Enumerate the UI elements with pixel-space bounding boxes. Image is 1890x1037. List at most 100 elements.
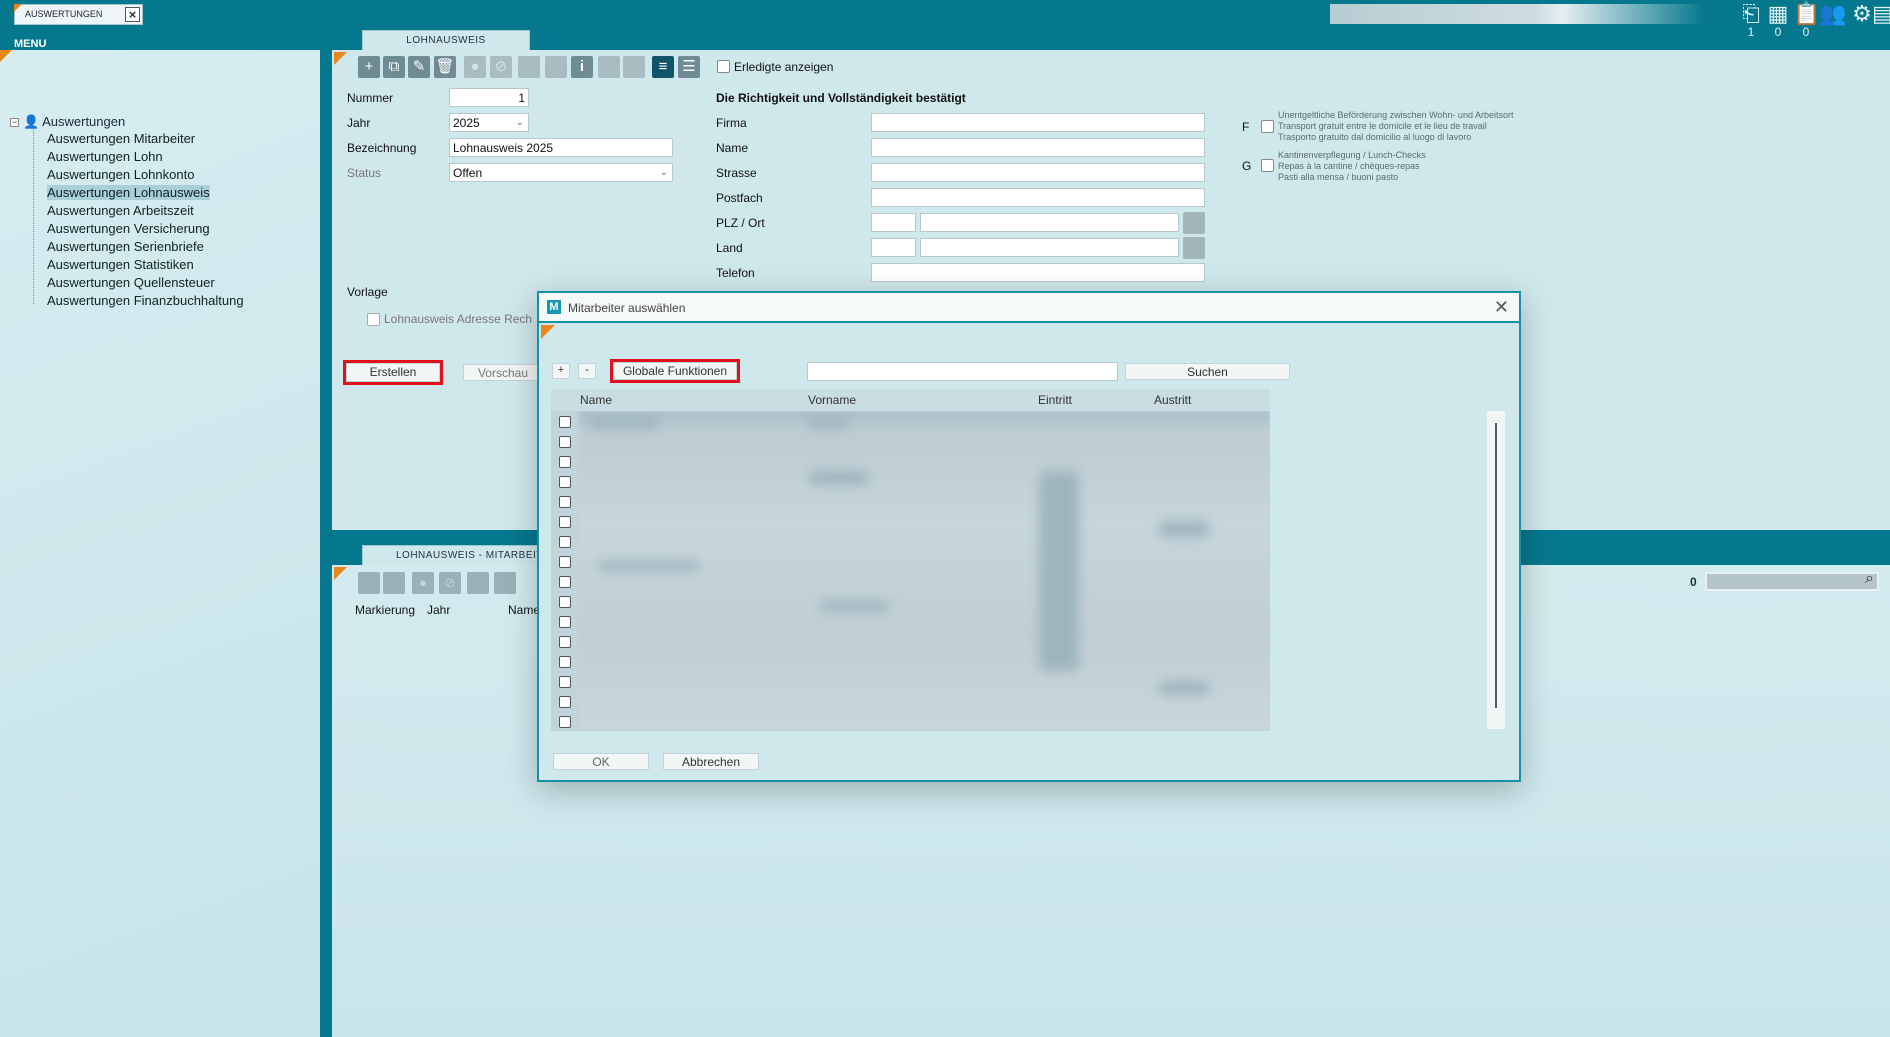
dialog-search-input[interactable]	[807, 362, 1118, 381]
tree-item-finanzbuchhaltung[interactable]: Auswertungen Finanzbuchhaltung	[47, 293, 244, 308]
cancel-button[interactable]: Abbrechen	[663, 753, 759, 770]
row-checkbox[interactable]	[559, 556, 571, 568]
g-checkbox[interactable]	[1261, 159, 1274, 172]
delete-icon[interactable]: 🗑	[434, 56, 456, 78]
row-checkbox[interactable]	[559, 696, 571, 708]
search-icon[interactable]: ⌕	[1865, 570, 1874, 588]
row-checkbox[interactable]	[559, 476, 571, 488]
col-austritt[interactable]: Austritt	[1154, 393, 1191, 407]
scrollbar-thumb[interactable]	[1495, 423, 1497, 708]
row-checkbox[interactable]	[559, 576, 571, 588]
col-markierung[interactable]: Markierung	[355, 603, 415, 617]
collapse-button[interactable]: -	[578, 363, 596, 379]
add-icon[interactable]: +	[358, 56, 380, 78]
row-checkbox[interactable]	[559, 496, 571, 508]
clipboard-icon[interactable]: 📋	[1793, 1, 1820, 27]
col-jahr[interactable]: Jahr	[427, 603, 450, 617]
cancel-icon[interactable]: ⊘	[490, 56, 512, 78]
disabled-action-icon[interactable]	[494, 572, 516, 594]
tree-item-mitarbeiter[interactable]: Auswertungen Mitarbeiter	[47, 131, 195, 146]
nummer-field[interactable]: 1	[449, 88, 529, 107]
row-checkbox[interactable]	[559, 536, 571, 548]
tree-root[interactable]: − 👤 Auswertungen	[10, 114, 125, 130]
tree-item-quellensteuer[interactable]: Auswertungen Quellensteuer	[47, 275, 215, 290]
row-checkbox[interactable]	[559, 656, 571, 668]
detail-view-icon[interactable]: ≡	[652, 56, 674, 78]
calendar-icon[interactable]: ▦	[1765, 1, 1791, 27]
copy-icon[interactable]: ⧉	[383, 56, 405, 78]
global-functions-button[interactable]: Globale Funktionen	[610, 359, 740, 383]
ok-button[interactable]: OK	[553, 753, 649, 770]
disabled-action-icon[interactable]	[383, 572, 405, 594]
name-field[interactable]	[871, 138, 1205, 157]
disabled-action-icon[interactable]	[358, 572, 380, 594]
land-lookup-button[interactable]	[1183, 237, 1205, 259]
postfach-field[interactable]	[871, 188, 1205, 207]
strasse-field[interactable]	[871, 163, 1205, 182]
col-name[interactable]: Name	[508, 603, 540, 617]
disabled-action-icon[interactable]	[598, 56, 620, 78]
preview-button[interactable]: Vorschau	[463, 364, 543, 381]
land-field[interactable]	[920, 238, 1179, 257]
row-checkbox[interactable]	[559, 636, 571, 648]
lower-search-input[interactable]	[1705, 572, 1879, 591]
row-checkbox[interactable]	[559, 596, 571, 608]
tree-item-serienbriefe[interactable]: Auswertungen Serienbriefe	[47, 239, 204, 254]
users-icon[interactable]: 👥	[1819, 1, 1846, 27]
row-checkbox[interactable]	[559, 676, 571, 688]
ort-field[interactable]	[920, 213, 1179, 232]
info-icon[interactable]: i	[571, 56, 593, 78]
panel-icon[interactable]: ▤	[1872, 1, 1890, 27]
list-view-icon[interactable]: ☰	[678, 56, 700, 78]
cancel-icon[interactable]: ⊘	[439, 572, 461, 594]
tab-lohnausweis-mitarbeiter[interactable]: LOHNAUSWEIS - MITARBEITER	[362, 545, 544, 565]
adresse-checkbox[interactable]	[367, 313, 380, 326]
col-eintritt[interactable]: Eintritt	[1038, 393, 1072, 407]
app-tab[interactable]: AUSWERTUNGEN ×	[14, 4, 143, 25]
row-checkbox[interactable]	[559, 416, 571, 428]
status-value: Offen	[453, 166, 483, 180]
disabled-action-icon[interactable]	[518, 56, 540, 78]
row-checkbox[interactable]	[559, 516, 571, 528]
disabled-action-icon[interactable]	[545, 56, 567, 78]
bezeichnung-field[interactable]: Lohnausweis 2025	[449, 138, 673, 157]
tree-item-versicherung[interactable]: Auswertungen Versicherung	[47, 221, 210, 236]
tab-lohnausweis[interactable]: LOHNAUSWEIS	[362, 30, 530, 50]
save-icon[interactable]: ●	[464, 56, 486, 78]
ort-lookup-button[interactable]	[1183, 212, 1205, 234]
jahr-select[interactable]: 2025 ⌄	[449, 113, 529, 132]
row-checkbox[interactable]	[559, 616, 571, 628]
tree-item-lohnausweis[interactable]: Auswertungen Lohnausweis	[47, 185, 210, 200]
collapse-icon[interactable]: −	[10, 118, 19, 128]
disabled-action-icon[interactable]	[623, 56, 645, 78]
col-name[interactable]: Name	[580, 393, 612, 407]
col-vorname[interactable]: Vorname	[808, 393, 856, 407]
tree-item-lohnkonto[interactable]: Auswertungen Lohnkonto	[47, 167, 194, 182]
close-icon[interactable]: ×	[125, 7, 140, 22]
firma-field[interactable]	[871, 113, 1205, 132]
row-checkbox[interactable]	[559, 716, 571, 728]
expand-button[interactable]: +	[552, 363, 570, 379]
land-code-field[interactable]	[871, 238, 916, 257]
edit-icon[interactable]: ✎	[408, 56, 430, 78]
telefon-field[interactable]	[871, 263, 1205, 282]
close-icon[interactable]: ✕	[1494, 297, 1509, 318]
disabled-action-icon[interactable]	[467, 572, 489, 594]
name-label: Name	[716, 141, 749, 155]
tree-item-lohn[interactable]: Auswertungen Lohn	[47, 149, 163, 164]
create-button[interactable]: Erstellen	[343, 360, 443, 385]
save-icon[interactable]: ●	[412, 572, 434, 594]
search-button[interactable]: Suchen	[1125, 363, 1290, 380]
adresse-label: Lohnausweis Adresse Rech	[384, 312, 533, 326]
f-checkbox[interactable]	[1261, 120, 1274, 133]
plz-field[interactable]	[871, 213, 916, 232]
tree-item-statistiken[interactable]: Auswertungen Statistiken	[47, 257, 194, 272]
status-select[interactable]: Offen ⌄	[449, 163, 673, 182]
show-done-checkbox[interactable]	[717, 60, 730, 73]
row-checkbox[interactable]	[559, 456, 571, 468]
tree-item-arbeitszeit[interactable]: Auswertungen Arbeitszeit	[47, 203, 194, 218]
row-checkbox[interactable]	[559, 436, 571, 448]
tasks-icon[interactable]: ⎗	[1738, 1, 1764, 27]
g-line-de: Kantinenverpflegung / Lunch-Checks	[1278, 150, 1426, 160]
grid-scrollbar[interactable]	[1487, 411, 1505, 729]
